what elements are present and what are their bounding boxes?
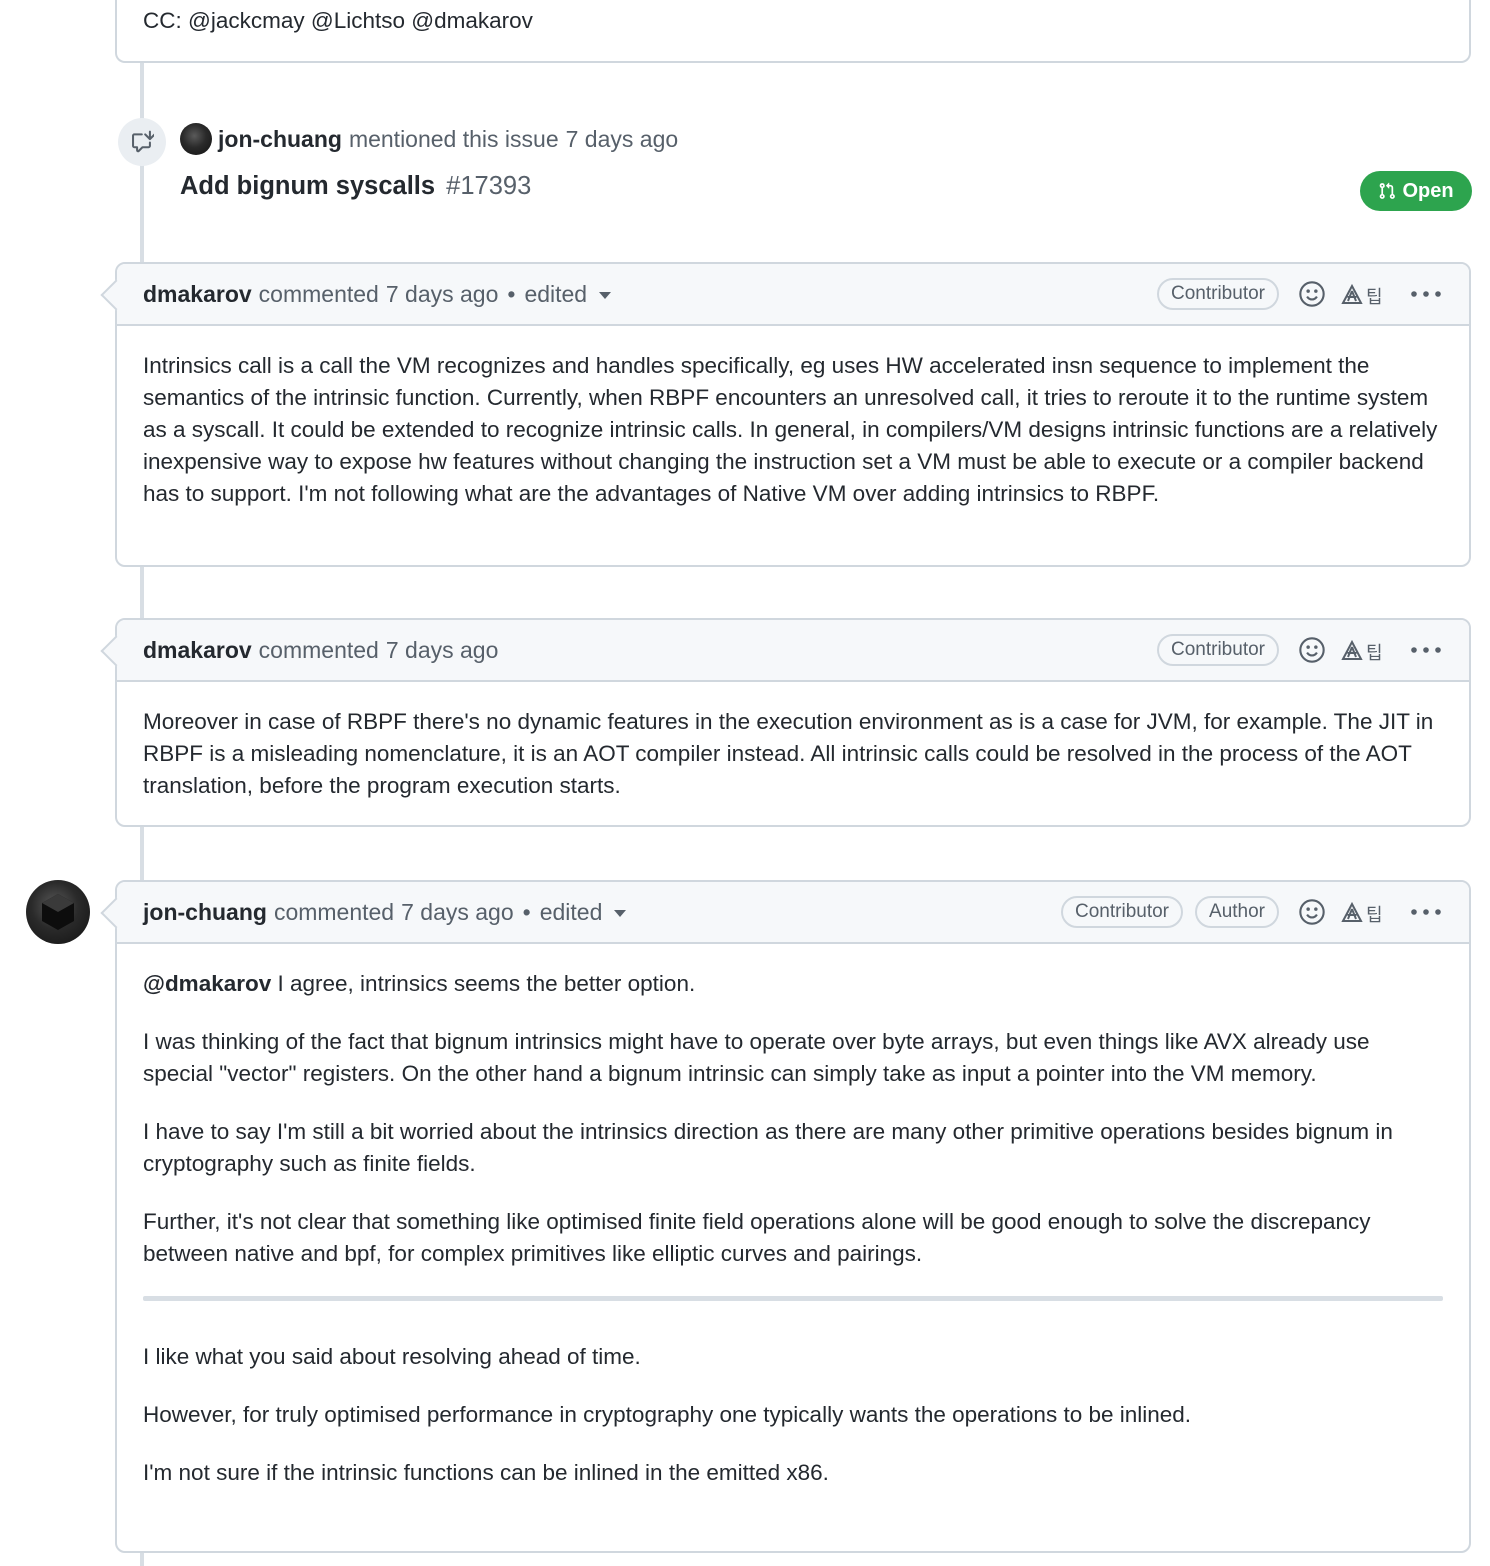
edited-label: edited: [539, 898, 603, 925]
comment-body: Intrinsics call is a call the VM recogni…: [117, 326, 1469, 530]
comment-actions: Contributor 팁: [1145, 634, 1443, 666]
comment-paragraph: I have to say I'm still a bit worried ab…: [143, 1119, 1393, 1176]
separator-dot: •: [507, 280, 516, 307]
user-mention-link[interactable]: @dmakarov: [143, 971, 271, 996]
comment-box-top: CC: @jackcmay @Lichtso @dmakarov: [115, 0, 1471, 63]
comment-author[interactable]: jon-chuang: [143, 899, 267, 926]
comment-actions: Contributor 팁: [1145, 278, 1443, 310]
timeline-line: [140, 1552, 144, 1566]
cc-text: CC: @jackcmay @Lichtso @dmakarov: [143, 8, 533, 33]
comment-body: Moreover in case of RBPF there's no dyna…: [117, 682, 1469, 822]
comment-paragraph: I'm not sure if the intrinsic functions …: [143, 1460, 829, 1485]
comment-box: jon-chuang commented 7 days ago • edited…: [115, 880, 1471, 1553]
comment-paragraph: However, for truly optimised performance…: [143, 1402, 1192, 1427]
smiley-icon[interactable]: [1297, 635, 1327, 665]
comment-paragraph: Further, it's not clear that something l…: [143, 1209, 1371, 1266]
timeline-line: [140, 566, 144, 620]
edited-dropdown[interactable]: edited: [524, 280, 612, 308]
chevron-down-icon: [614, 909, 627, 917]
event-user[interactable]: jon-chuang: [218, 126, 342, 153]
author-badge: Author: [1195, 896, 1279, 928]
comment-header: dmakarov commented 7 days ago • edited C…: [117, 264, 1469, 326]
comment-paragraph: @dmakarov I agree, intrinsics seems the …: [143, 968, 1443, 1000]
git-pull-request-icon: [1378, 182, 1396, 200]
comment-verb: commented: [258, 280, 379, 307]
avatar[interactable]: [26, 880, 90, 944]
event-action: mentioned this issue: [348, 125, 559, 152]
comment-time[interactable]: 7 days ago: [386, 281, 499, 308]
svg-text:팁: 팁: [1366, 643, 1383, 663]
timeline-line: [140, 826, 144, 882]
comment-paragraph: Intrinsics call is a call the VM recogni…: [143, 353, 1438, 506]
comment-text: I agree, intrinsics seems the better opt…: [271, 971, 696, 996]
translate-icon[interactable]: 팁: [1339, 897, 1385, 927]
pr-status-label: Open: [1402, 179, 1454, 202]
comment-paragraph: Moreover in case of RBPF there's no dyna…: [143, 709, 1434, 798]
comment-paragraph: I like what you said about resolving ahe…: [143, 1344, 641, 1369]
pr-number[interactable]: #17393: [446, 172, 531, 200]
comment-author[interactable]: dmakarov: [143, 637, 252, 664]
contributor-badge: Contributor: [1061, 896, 1184, 928]
kebab-horizontal-icon[interactable]: [1409, 897, 1443, 927]
pr-title[interactable]: Add bignum syscalls: [180, 172, 435, 200]
event-time[interactable]: 7 days ago: [566, 126, 679, 153]
event-line: jon-chuang mentioned this issue 7 days a…: [180, 122, 678, 156]
comment-header: jon-chuang commented 7 days ago • edited…: [117, 882, 1469, 944]
comment-box: dmakarov commented 7 days ago • edited C…: [115, 262, 1471, 567]
pr-status-badge: Open: [1360, 171, 1472, 211]
edited-dropdown[interactable]: edited: [540, 899, 627, 926]
edited-label: edited: [524, 280, 588, 307]
kebab-horizontal-icon[interactable]: [1409, 279, 1443, 309]
svg-text:팁: 팁: [1366, 905, 1383, 925]
chevron-down-icon: [599, 291, 612, 299]
separator-dot: •: [522, 898, 531, 925]
comment-verb: commented: [258, 636, 379, 663]
cross-reference-icon: [118, 118, 166, 166]
smiley-icon[interactable]: [1297, 897, 1327, 927]
contributor-badge: Contributor: [1157, 278, 1279, 310]
avatar[interactable]: [180, 123, 212, 155]
translate-icon[interactable]: 팁: [1339, 635, 1385, 665]
translate-icon[interactable]: 팁: [1339, 279, 1385, 309]
smiley-icon[interactable]: [1297, 279, 1327, 309]
comment-paragraph: I was thinking of the fact that bignum i…: [143, 1029, 1370, 1086]
svg-text:팁: 팁: [1366, 287, 1383, 307]
comment-verb: commented: [273, 898, 395, 925]
comment-header: dmakarov commented 7 days ago Contributo…: [117, 620, 1469, 682]
comment-time[interactable]: 7 days ago: [386, 637, 499, 664]
comment-body: @dmakarov I agree, intrinsics seems the …: [117, 944, 1469, 1509]
kebab-horizontal-icon[interactable]: [1409, 635, 1443, 665]
comment-box: dmakarov commented 7 days ago Contributo…: [115, 618, 1471, 827]
comment-time[interactable]: 7 days ago: [401, 899, 514, 926]
horizontal-rule: [143, 1296, 1443, 1301]
comment-actions: Contributor Author 팁: [1049, 896, 1443, 928]
contributor-badge: Contributor: [1157, 634, 1279, 666]
pr-reference[interactable]: Add bignum syscalls #17393: [180, 172, 531, 201]
comment-author[interactable]: dmakarov: [143, 281, 252, 308]
